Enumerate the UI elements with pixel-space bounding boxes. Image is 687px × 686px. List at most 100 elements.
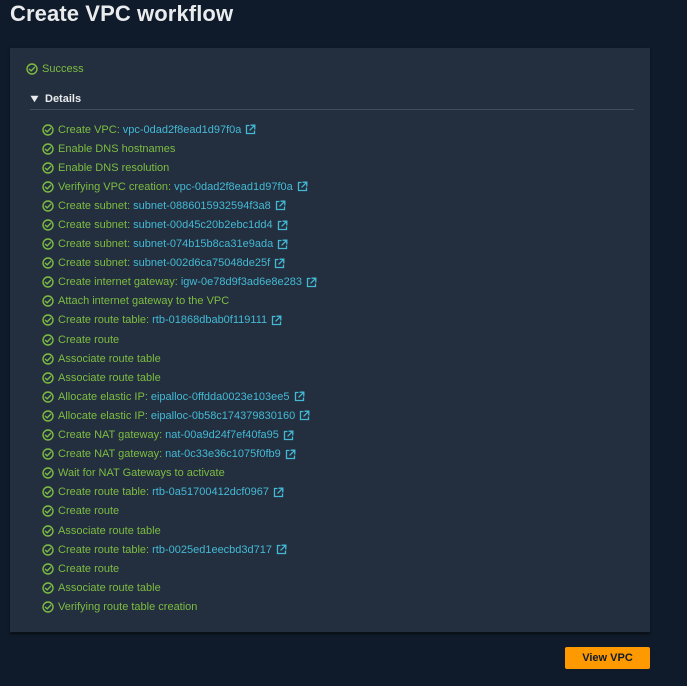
- step-label: Verifying route table creation: [58, 600, 198, 613]
- external-link-icon[interactable]: [276, 544, 287, 555]
- workflow-step: Create VPC: vpc-0dad2f8ead1d97f0a: [42, 120, 317, 139]
- resource-id-link[interactable]: vpc-0dad2f8ead1d97f0a: [174, 180, 293, 194]
- success-check-icon: [42, 582, 54, 594]
- step-label: Create route: [58, 505, 120, 518]
- step-label: Create subnet:: [58, 257, 131, 270]
- resource-id-link[interactable]: rtb-0025ed1eecbd3d717: [152, 543, 272, 557]
- success-check-icon: [42, 543, 54, 556]
- resource-id-link[interactable]: subnet-002d6ca75048de25f: [133, 256, 270, 270]
- resource-id-link[interactable]: rtb-01868dbab0f119111: [152, 313, 267, 327]
- details-label: Details: [45, 93, 82, 105]
- success-check-icon: [42, 333, 54, 346]
- external-link-icon[interactable]: [285, 449, 296, 460]
- workflow-step: Create route: [42, 502, 317, 521]
- success-check-icon: [42, 181, 54, 193]
- workflow-panel: Success Details Create VPC: vpc-0dad2f8ea…: [10, 48, 650, 633]
- external-link-icon[interactable]: [277, 219, 288, 231]
- step-list: Create VPC: vpc-0dad2f8ead1d97f0a Enable D…: [42, 120, 317, 616]
- step-label: Create route table:: [58, 543, 150, 556]
- success-check-icon: [42, 601, 54, 613]
- external-link-icon[interactable]: [294, 391, 305, 402]
- external-link-icon[interactable]: [283, 430, 294, 441]
- resource-id-link[interactable]: subnet-0886015932594f3a8: [133, 199, 271, 213]
- resource-id-link[interactable]: nat-0c33e36c1075f0fb9: [165, 447, 281, 461]
- step-label: Create route: [58, 333, 120, 346]
- workflow-step: Enable DNS resolution: [42, 158, 317, 177]
- workflow-step: Allocate elastic IP: eipalloc-0b58c174379…: [42, 406, 317, 425]
- step-label: Verifying VPC creation:: [58, 180, 172, 193]
- workflow-step: Associate route table: [42, 521, 317, 540]
- step-label: Create NAT gateway:: [58, 448, 163, 461]
- workflow-step: Associate route table: [42, 349, 317, 368]
- external-link-icon[interactable]: [299, 410, 310, 421]
- step-label: Create NAT gateway:: [58, 429, 163, 442]
- resource-id-link[interactable]: subnet-074b15b8ca31e9ada: [133, 237, 273, 251]
- workflow-step: Create route: [42, 330, 317, 349]
- success-check-icon: [42, 505, 54, 518]
- resource-id-link[interactable]: eipalloc-0ffdda0023e103ee5: [151, 390, 290, 404]
- workflow-step: Create subnet: subnet-0886015932594f3a8: [42, 196, 317, 215]
- details-divider: [30, 109, 634, 110]
- success-check-icon: [42, 429, 54, 441]
- external-link-icon[interactable]: [245, 124, 256, 135]
- workflow-step: Verifying VPC creation: vpc-0dad2f8ead1d9…: [42, 177, 317, 196]
- external-link-icon[interactable]: [271, 315, 282, 326]
- step-label: Attach internet gateway to the VPC: [58, 295, 230, 308]
- external-link-icon[interactable]: [297, 181, 308, 192]
- step-label: Associate route table: [58, 524, 161, 537]
- success-check-icon: [42, 372, 54, 384]
- details-toggle[interactable]: Details: [30, 92, 81, 106]
- success-check-icon: [42, 524, 54, 537]
- step-label: Enable DNS hostnames: [58, 142, 176, 155]
- step-label: Create subnet:: [58, 238, 131, 251]
- workflow-step: Attach internet gateway to the VPC: [42, 292, 317, 311]
- success-check-icon: [42, 142, 54, 155]
- resource-id-link[interactable]: igw-0e78d9f3ad6e8e283: [181, 275, 302, 289]
- success-check-icon: [26, 63, 38, 75]
- step-label: Create route: [58, 562, 120, 575]
- success-check-icon: [42, 257, 54, 269]
- success-check-icon: [42, 391, 54, 403]
- step-label: Allocate elastic IP:: [58, 390, 148, 403]
- workflow-step: Create NAT gateway: nat-00a9d24f7ef40fa95: [42, 426, 317, 445]
- step-label: Create subnet:: [58, 219, 131, 232]
- step-label: Create VPC:: [58, 123, 120, 136]
- success-check-icon: [42, 467, 54, 479]
- success-check-icon: [42, 200, 54, 212]
- step-label: Associate route table: [58, 352, 161, 365]
- success-check-icon: [42, 563, 54, 575]
- workflow-step: Create NAT gateway: nat-0c33e36c1075f0fb9: [42, 445, 317, 464]
- external-link-icon[interactable]: [273, 487, 284, 498]
- success-check-icon: [42, 276, 54, 288]
- step-label: Wait for NAT Gateways to activate: [58, 467, 225, 480]
- success-check-icon: [42, 486, 54, 499]
- workflow-step: Create route table: rtb-01868dbab0f119111: [42, 311, 317, 330]
- workflow-step: Associate route table: [42, 578, 317, 597]
- workflow-step: Create subnet: subnet-002d6ca75048de25f: [42, 254, 317, 273]
- success-check-icon: [42, 314, 54, 327]
- success-check-icon: [42, 162, 54, 174]
- resource-id-link[interactable]: eipalloc-0b58c174379830160: [151, 409, 295, 423]
- external-link-icon[interactable]: [306, 277, 317, 288]
- workflow-step: Create subnet: subnet-074b15b8ca31e9ada: [42, 235, 317, 254]
- step-label: Associate route table: [58, 581, 161, 594]
- workflow-step: Create route: [42, 559, 317, 578]
- workflow-step: Enable DNS hostnames: [42, 139, 317, 158]
- resource-id-link[interactable]: rtb-0a51700412dcf0967: [152, 485, 269, 499]
- resource-id-link[interactable]: subnet-00d45c20b2ebc1dd4: [133, 218, 272, 232]
- step-label: Associate route table: [58, 371, 161, 384]
- workflow-step: Allocate elastic IP: eipalloc-0ffdda0023e…: [42, 387, 317, 406]
- resource-id-link[interactable]: vpc-0dad2f8ead1d97f0a: [123, 123, 242, 137]
- resource-id-link[interactable]: nat-00a9d24f7ef40fa95: [165, 428, 279, 442]
- success-check-icon: [42, 238, 54, 250]
- step-label: Create route table:: [58, 314, 150, 327]
- view-vpc-button[interactable]: View VPC: [565, 647, 650, 669]
- success-check-icon: [42, 219, 54, 231]
- external-link-icon[interactable]: [277, 239, 288, 250]
- external-link-icon[interactable]: [274, 258, 285, 269]
- external-link-icon[interactable]: [275, 200, 286, 211]
- workflow-step: Wait for NAT Gateways to activate: [42, 464, 317, 483]
- workflow-step: Create subnet: subnet-00d45c20b2ebc1dd4: [42, 215, 317, 234]
- step-label: Create internet gateway:: [58, 276, 178, 289]
- workflow-step: Create route table: rtb-0025ed1eecbd3d717: [42, 540, 317, 559]
